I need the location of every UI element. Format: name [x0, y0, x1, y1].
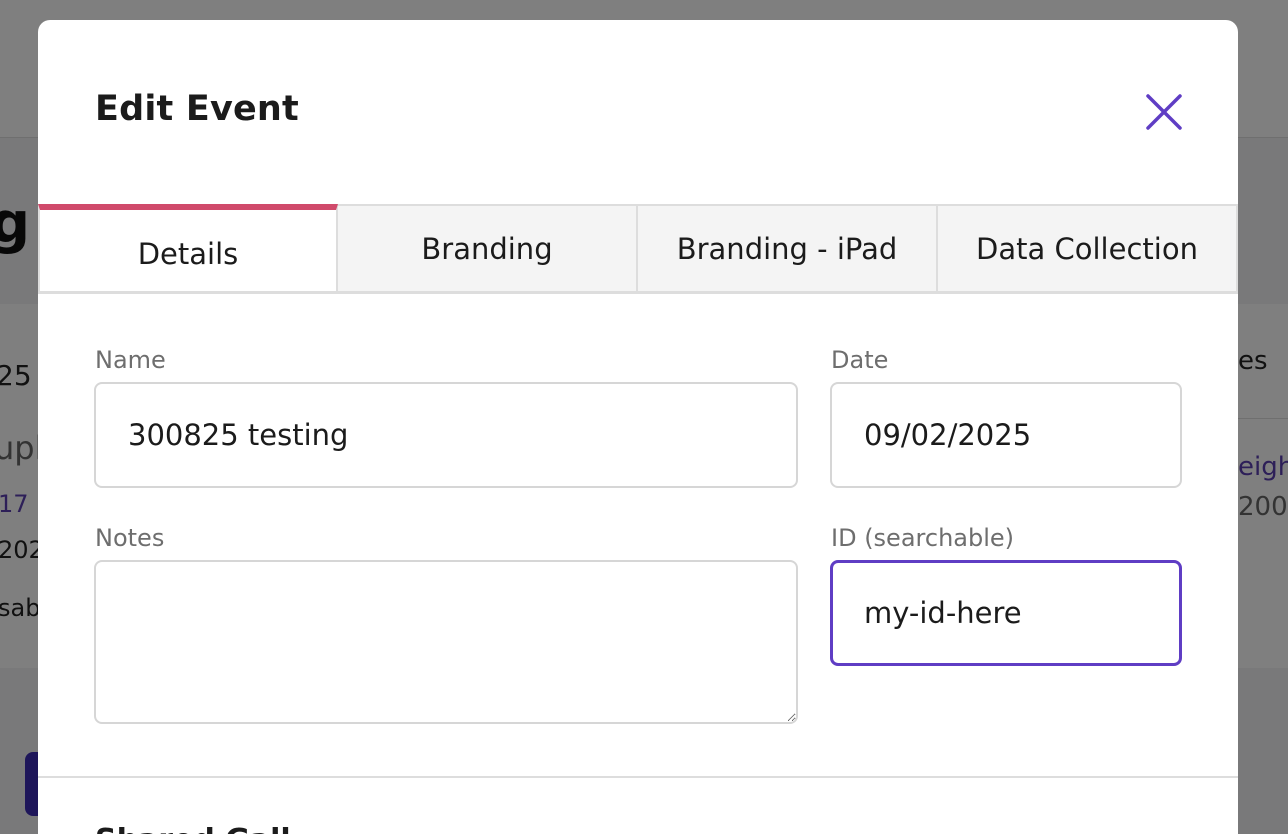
tab-branding-ipad[interactable]: Branding - iPad — [638, 204, 938, 294]
notes-label: Notes — [95, 524, 165, 552]
tab-details[interactable]: Details — [38, 204, 338, 294]
modal-title: Edit Event — [95, 89, 299, 129]
close-icon — [1146, 94, 1182, 130]
next-section-title: Shared Gall — [95, 826, 291, 834]
date-input[interactable] — [830, 382, 1182, 488]
id-label: ID (searchable) — [831, 524, 1015, 552]
close-button[interactable] — [1142, 90, 1186, 134]
name-input[interactable] — [94, 382, 798, 488]
date-label: Date — [831, 346, 889, 374]
edit-event-modal: Edit Event Details Branding Branding - i… — [38, 20, 1238, 834]
notes-textarea[interactable] — [94, 560, 798, 724]
section-divider — [38, 776, 1238, 778]
name-label: Name — [95, 346, 166, 374]
tab-data-collection[interactable]: Data Collection — [938, 204, 1238, 294]
tab-bar: Details Branding Branding - iPad Data Co… — [38, 204, 1238, 294]
id-input[interactable] — [830, 560, 1182, 666]
tab-branding[interactable]: Branding — [338, 204, 638, 294]
